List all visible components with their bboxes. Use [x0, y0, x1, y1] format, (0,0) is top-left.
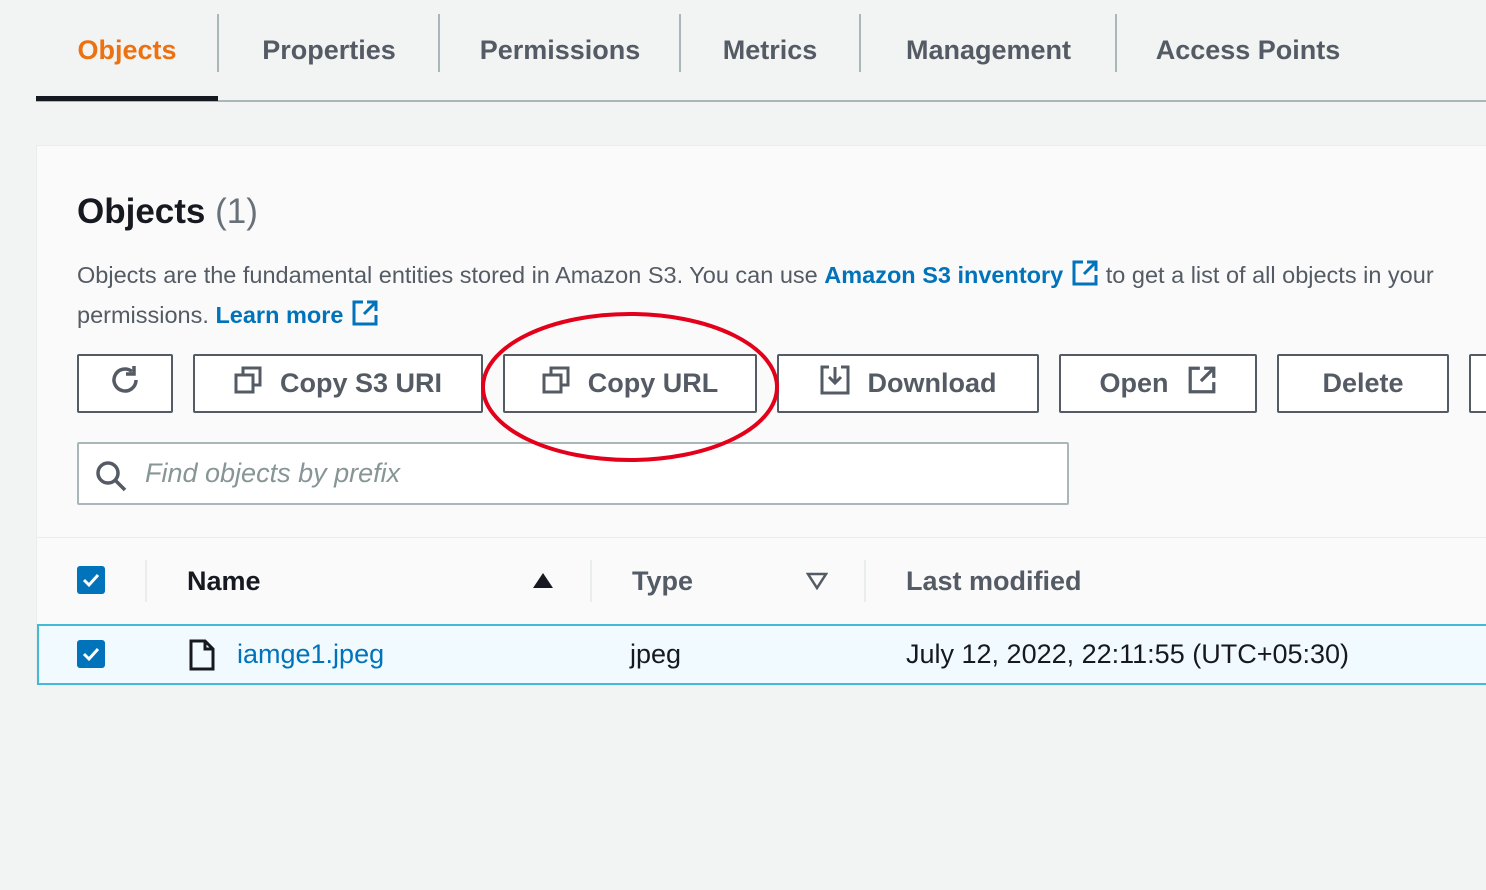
panel-heading: Objects (1): [77, 192, 258, 232]
table-row[interactable]: iamge1.jpeg jpeg July 12, 2022, 22:11:55…: [37, 624, 1486, 685]
copy-s3-uri-label: Copy S3 URI: [279, 368, 443, 398]
object-count: (1): [215, 192, 258, 231]
refresh-icon: [108, 363, 142, 404]
copy-icon: [234, 366, 262, 401]
file-icon: [189, 639, 215, 676]
tab-objects[interactable]: Objects: [36, 0, 218, 100]
learn-more-link-label: Learn more: [215, 302, 344, 328]
search-icon: [95, 460, 127, 497]
column-header-type[interactable]: Type: [632, 538, 693, 624]
object-name-cell: iamge1.jpeg: [237, 626, 384, 683]
search-input[interactable]: [143, 444, 1043, 503]
open-button[interactable]: Open: [1059, 354, 1257, 413]
tab-bar: Objects Properties Permissions Metrics M…: [36, 0, 1486, 102]
table-header: Name Type Last modified: [37, 537, 1486, 623]
active-tab-indicator: [36, 96, 218, 101]
column-divider: [590, 560, 592, 602]
download-icon: [820, 365, 850, 402]
copy-icon: [542, 366, 570, 401]
open-label: Open: [1099, 368, 1169, 398]
description-text-continued: to get a list of all objects in your: [1105, 262, 1434, 288]
more-actions-button[interactable]: [1469, 354, 1486, 413]
column-header-last-modified[interactable]: Last modified: [906, 538, 1082, 624]
copy-url-button[interactable]: Copy URL: [503, 354, 757, 413]
column-divider: [145, 560, 147, 602]
tab-access-points[interactable]: Access Points: [1117, 0, 1379, 100]
object-type-cell: jpeg: [630, 639, 682, 669]
external-link-icon: [1187, 365, 1217, 402]
panel-title: Objects: [77, 192, 206, 231]
panel-description-line2: permissions. Learn more: [77, 299, 379, 333]
download-label: Download: [867, 368, 997, 398]
tab-properties[interactable]: Properties: [219, 0, 439, 100]
description-text: Objects are the fundamental entities sto…: [77, 262, 818, 288]
external-link-icon: [351, 299, 379, 333]
delete-label: Delete: [1322, 368, 1404, 398]
copy-s3-uri-button[interactable]: Copy S3 URI: [193, 354, 483, 413]
description-text-line2: permissions.: [77, 302, 209, 328]
refresh-button[interactable]: [77, 354, 173, 413]
object-last-modified-cell: July 12, 2022, 22:11:55 (UTC+05:30): [906, 639, 1350, 669]
s3-inventory-link[interactable]: Amazon S3 inventory: [824, 260, 1099, 288]
panel-description: Objects are the fundamental entities sto…: [77, 259, 1434, 293]
sort-ascending-icon[interactable]: [532, 572, 554, 595]
external-link-icon: [1071, 259, 1099, 293]
checkmark-icon: [82, 647, 100, 662]
objects-panel: Objects (1) Objects are the fundamental …: [36, 145, 1486, 685]
column-header-name[interactable]: Name: [187, 538, 261, 624]
s3-inventory-link-label: Amazon S3 inventory: [824, 262, 1064, 288]
tab-management[interactable]: Management: [861, 0, 1116, 100]
download-button[interactable]: Download: [777, 354, 1039, 413]
sort-unsorted-icon[interactable]: [805, 572, 829, 595]
delete-button[interactable]: Delete: [1277, 354, 1449, 413]
tab-metrics[interactable]: Metrics: [681, 0, 859, 100]
learn-more-link[interactable]: Learn more: [215, 300, 379, 328]
copy-url-label: Copy URL: [587, 368, 719, 398]
select-all-checkbox[interactable]: [77, 566, 105, 594]
row-checkbox[interactable]: [77, 640, 105, 668]
tab-permissions[interactable]: Permissions: [440, 0, 680, 100]
object-name-link[interactable]: iamge1.jpeg: [237, 639, 384, 670]
column-divider: [864, 560, 866, 602]
checkmark-icon: [82, 573, 100, 588]
search-box: [77, 442, 1069, 505]
